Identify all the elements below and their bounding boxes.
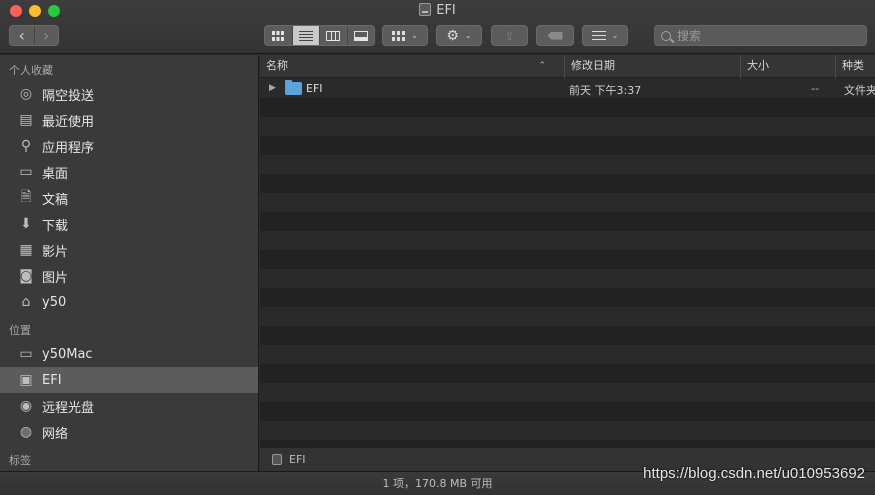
file-date: 前天 下午3:37 bbox=[569, 84, 642, 97]
column-header-kind[interactable]: 种类 bbox=[835, 55, 875, 78]
icon-view-button[interactable] bbox=[265, 26, 293, 45]
sidebar-item-label: 远程光盘 bbox=[42, 400, 95, 416]
sidebar-item[interactable]: ▤ 最近使用 bbox=[0, 107, 258, 133]
gear-icon: ⚙ bbox=[446, 27, 459, 44]
sidebar-item-label: 应用程序 bbox=[42, 140, 95, 156]
forward-button[interactable]: › bbox=[33, 26, 59, 45]
column-header-name[interactable]: 名称 ⌃ bbox=[260, 55, 560, 78]
share-icon: ⇪ bbox=[504, 28, 515, 43]
search-field[interactable]: 搜索 bbox=[654, 25, 867, 46]
table-row[interactable]: ▶ EFI 前天 下午3:37 -- 文件夹 bbox=[260, 79, 875, 98]
sidebar-item-label: 隔空投送 bbox=[42, 88, 95, 104]
columns-icon bbox=[326, 30, 341, 41]
sidebar-item-label: 图片 bbox=[42, 270, 69, 286]
sidebar-item-label: 最近使用 bbox=[42, 114, 95, 130]
movies-icon: ▦ bbox=[19, 242, 33, 258]
back-button[interactable]: ‹ bbox=[10, 26, 34, 45]
action-button[interactable]: ⚙ ⌄ bbox=[436, 25, 482, 46]
sidebar-item[interactable]: ⚲ 应用程序 bbox=[0, 133, 258, 159]
tag-icon bbox=[547, 31, 563, 40]
sidebar-item-label: 下载 bbox=[42, 218, 69, 234]
tag-button[interactable] bbox=[536, 25, 574, 46]
search-placeholder: 搜索 bbox=[677, 29, 702, 43]
sort-ascending-icon: ⌃ bbox=[538, 61, 546, 71]
status-text: 1 项，170.8 MB 可用 bbox=[382, 477, 493, 490]
column-header-row: 名称 ⌃ 修改日期 大小 种类 bbox=[260, 55, 875, 78]
sidebar-item[interactable]: ▭ y50Mac bbox=[0, 341, 258, 367]
tags-header: 标签 bbox=[9, 454, 31, 467]
file-name: EFI bbox=[306, 82, 323, 95]
chevron-down-icon: ⌄ bbox=[464, 31, 472, 40]
group-sort-button[interactable]: ⌄ bbox=[582, 25, 628, 46]
file-rows: ▶ EFI 前天 下午3:37 -- 文件夹 bbox=[260, 79, 875, 447]
remote-disc-icon: ◉ bbox=[19, 398, 33, 414]
window-title: EFI bbox=[0, 3, 875, 18]
grid-icon bbox=[272, 30, 285, 41]
sidebar-item-label: 桌面 bbox=[42, 166, 69, 182]
arrange-grid-icon bbox=[392, 30, 406, 41]
watermark: https://blog.csdn.net/u010953692 bbox=[643, 465, 865, 482]
sidebar-item-label: 网络 bbox=[42, 426, 69, 442]
column-header-size[interactable]: 大小 bbox=[740, 55, 835, 78]
desktop-icon: ▭ bbox=[19, 164, 33, 180]
locations-list: ▭ y50Mac ▣ EFI ◉ 远程光盘 ◍ 网络 bbox=[0, 341, 258, 445]
file-kind: 文件夹 bbox=[844, 84, 875, 97]
disk-icon bbox=[419, 3, 432, 16]
sidebar-item[interactable]: ▭ 桌面 bbox=[0, 159, 258, 185]
disk-icon bbox=[272, 454, 282, 465]
downloads-icon: ⬇ bbox=[20, 216, 32, 232]
folder-icon bbox=[285, 80, 302, 95]
sidebar-item-label: EFI bbox=[42, 372, 62, 388]
locations-header: 位置 bbox=[9, 324, 31, 337]
sidebar-item-label: 文稿 bbox=[42, 192, 69, 208]
laptop-icon: ▭ bbox=[19, 346, 33, 362]
sort-lines-icon bbox=[591, 31, 606, 40]
sidebar: 个人收藏 ◎ 隔空投送 ▤ 最近使用 ⚲ 应用程序 ▭ 桌面 🗎 文稿 ⬇ 下载 ▦ 影片 ◙ 图片 ⌂ y50 … bbox=[0, 55, 259, 471]
column-name-label: 名称 bbox=[266, 59, 288, 72]
sidebar-item[interactable]: 🗎 文稿 bbox=[0, 185, 258, 211]
path-item[interactable]: EFI bbox=[289, 453, 306, 466]
favorites-list: ◎ 隔空投送 ▤ 最近使用 ⚲ 应用程序 ▭ 桌面 🗎 文稿 ⬇ 下载 ▦ 影片 ◙ 图片 ⌂ y50 bbox=[0, 81, 258, 315]
sidebar-item[interactable]: ◉ 远程光盘 bbox=[0, 393, 258, 419]
view-mode-group bbox=[264, 25, 375, 46]
sidebar-item[interactable]: ◍ 网络 bbox=[0, 419, 258, 445]
chevron-down-icon: ⌄ bbox=[411, 31, 418, 40]
column-view-button[interactable] bbox=[320, 26, 348, 45]
list-view-button[interactable] bbox=[292, 26, 320, 45]
file-list: 名称 ⌃ 修改日期 大小 种类 ▶ EFI 前天 下午3:37 -- 文件夹 bbox=[260, 55, 875, 447]
home-icon: ⌂ bbox=[21, 294, 31, 310]
back-forward-group: ‹ › bbox=[9, 25, 59, 46]
sidebar-item[interactable]: ▦ 影片 bbox=[0, 237, 258, 263]
documents-icon: 🗎 bbox=[20, 189, 32, 205]
pictures-icon: ◙ bbox=[19, 268, 33, 284]
disclosure-triangle-icon[interactable]: ▶ bbox=[269, 83, 276, 93]
file-size: -- bbox=[811, 82, 819, 95]
sidebar-item[interactable]: ▣ EFI bbox=[0, 367, 258, 393]
window-title-text: EFI bbox=[436, 3, 456, 18]
disk-icon: ▣ bbox=[19, 372, 33, 388]
sidebar-item-label: y50 bbox=[42, 294, 67, 310]
chevron-down-icon: ⌄ bbox=[611, 31, 619, 40]
share-button[interactable]: ⇪ bbox=[491, 25, 528, 46]
sidebar-item[interactable]: ⌂ y50 bbox=[0, 289, 258, 315]
window-toolbar: EFI ‹ › ⌄ ⚙ ⌄ ⇪ ⌄ 搜索 bbox=[0, 0, 875, 54]
recents-icon: ▤ bbox=[19, 112, 33, 128]
sidebar-item[interactable]: ◎ 隔空投送 bbox=[0, 81, 258, 107]
search-icon bbox=[661, 30, 671, 41]
network-icon: ◍ bbox=[19, 424, 33, 440]
sidebar-item[interactable]: ◙ 图片 bbox=[0, 263, 258, 289]
favorites-header: 个人收藏 bbox=[9, 64, 53, 77]
sidebar-item-label: y50Mac bbox=[42, 346, 93, 362]
column-header-date[interactable]: 修改日期 bbox=[564, 55, 736, 78]
gallery-icon bbox=[353, 30, 368, 41]
gallery-view-button[interactable] bbox=[348, 26, 375, 45]
list-icon bbox=[298, 30, 313, 41]
applications-icon: ⚲ bbox=[20, 138, 32, 154]
sidebar-item-label: 影片 bbox=[42, 244, 69, 260]
airdrop-icon: ◎ bbox=[19, 86, 33, 102]
arrange-button[interactable]: ⌄ bbox=[382, 25, 428, 46]
sidebar-item[interactable]: ⬇ 下载 bbox=[0, 211, 258, 237]
